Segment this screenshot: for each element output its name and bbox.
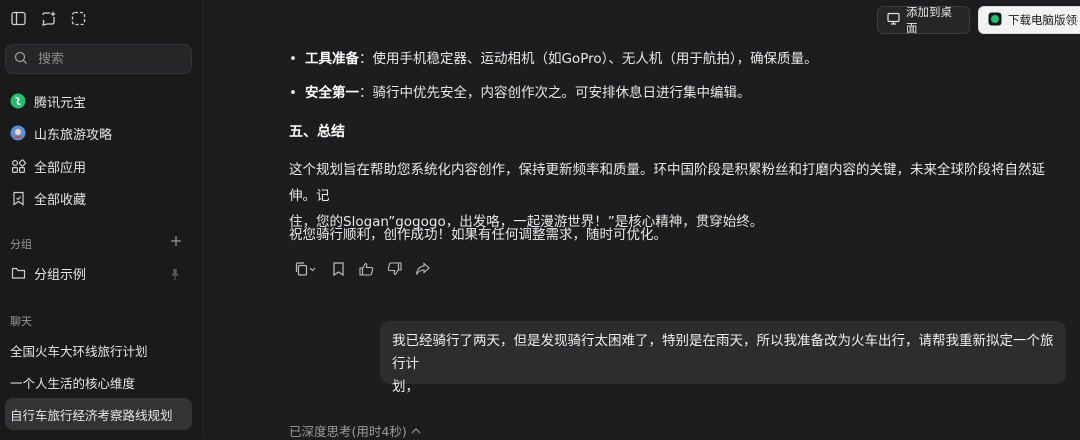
bookmark-icon	[10, 190, 26, 206]
add-group-icon[interactable]	[170, 235, 182, 247]
sidebar-item-shandong-travel[interactable]: 山东旅游攻略	[10, 122, 112, 144]
screenshot-icon[interactable]	[70, 10, 87, 27]
section-heading: 五、总结	[289, 124, 345, 140]
groups-section-label: 分组	[10, 238, 32, 251]
copy-icon[interactable]	[294, 261, 318, 277]
add-to-desktop-button[interactable]: 添加到桌面	[877, 5, 970, 35]
chat-item[interactable]: 一个人生活的核心维度	[5, 366, 192, 398]
sidebar: 腾讯元宝 山东旅游攻略 全部应用 全部收藏 分组 分组示例 聊天 全国火车大环线…	[0, 0, 203, 439]
search-input[interactable]	[36, 50, 176, 68]
user-message-bubble: 我已经骑行了两天，但是发现骑行太困难了，特别是在雨天，所以我准备改为火车出行，请…	[380, 321, 1066, 395]
download-pc-label: 下载电脑版领视	[1008, 13, 1078, 27]
closing-paragraph: 祝您骑行顺利，创作成功！如果有任何调整需求，随时可优化。	[289, 227, 667, 243]
sidebar-toggle-icon[interactable]	[10, 10, 27, 27]
bullet-text: ：骑行中优先安全，内容创作次之。可安排休息日进行集中编辑。	[358, 85, 751, 101]
sidebar-item-all-apps[interactable]: 全部应用	[10, 155, 86, 177]
yuanbao-logo-icon	[10, 93, 26, 109]
chevron-up-icon	[411, 423, 421, 438]
search-box[interactable]	[5, 44, 192, 74]
bullet-item: • 安全第一：骑行中优先安全，内容创作次之。可安排休息日进行集中编辑。	[289, 85, 751, 101]
share-icon[interactable]	[414, 261, 430, 277]
apps-grid-icon	[10, 158, 26, 174]
download-pc-button[interactable]: 下载电脑版领视	[978, 6, 1080, 34]
pin-icon[interactable]	[170, 266, 182, 280]
user-message-line: 划，	[392, 379, 419, 395]
thumbs-up-icon[interactable]	[358, 261, 374, 277]
message-actions	[294, 261, 430, 277]
chat-item-label: 一个人生活的核心维度	[10, 375, 136, 391]
app-logo-icon	[988, 12, 1002, 29]
chat-item-label: 自行车旅行经济考察路线规划	[10, 407, 173, 423]
sidebar-item-favorites[interactable]: 全部收藏	[10, 187, 86, 209]
chats-section-label: 聊天	[10, 315, 32, 328]
sidebar-top-toolbar	[10, 10, 87, 27]
search-icon	[14, 50, 28, 69]
sidebar-item-label: 分组示例	[34, 267, 87, 283]
sidebar-item-label: 山东旅游攻略	[34, 127, 113, 143]
sidebar-item-label: 全部应用	[34, 160, 87, 176]
bullet-title: 工具准备	[304, 51, 359, 67]
chat-item-label: 全国火车大环线旅行计划	[10, 343, 148, 359]
new-chat-icon[interactable]	[40, 10, 57, 27]
thinking-status-label: 已深度思考(用时4秒)	[289, 424, 407, 439]
chat-item[interactable]: 全国火车大环线旅行计划	[5, 334, 192, 366]
sidebar-item-label: 腾讯元宝	[34, 95, 87, 111]
bullet-title: 安全第一	[304, 85, 359, 101]
bookmark-icon[interactable]	[330, 261, 346, 277]
user-message-line: 我已经骑行了两天，但是发现骑行太困难了，特别是在雨天，所以我准备改为火车出行，请…	[392, 333, 1054, 372]
bullet-item: • 工具准备：使用手机稳定器、运动相机（如GoPro）、无人机（用于航拍），确保…	[289, 51, 818, 67]
deep-thinking-toggle[interactable]: 已深度思考(用时4秒)	[289, 421, 421, 440]
sidebar-item-label: 全部收藏	[34, 192, 87, 208]
bullet-text: ：使用手机稳定器、运动相机（如GoPro）、无人机（用于航拍），确保质量。	[358, 51, 818, 67]
chat-main-area: 添加到桌面 下载电脑版领视 • 工具准备：使用手机稳定器、运动相机（如GoPro…	[203, 0, 1080, 439]
sidebar-item-group-example[interactable]: 分组示例	[10, 262, 86, 284]
agent-avatar-icon	[10, 125, 26, 141]
folder-icon	[10, 265, 26, 281]
sidebar-item-yuanbao[interactable]: 腾讯元宝	[10, 90, 86, 112]
thumbs-down-icon[interactable]	[386, 261, 402, 277]
add-to-desktop-label: 添加到桌面	[906, 5, 952, 35]
paragraph-line: 这个规划旨在帮助您系统化内容创作，保持更新频率和质量。环中国阶段是积累粉丝和打磨…	[289, 162, 1045, 204]
monitor-icon	[887, 12, 900, 28]
chat-item-active[interactable]: 自行车旅行经济考察路线规划	[5, 398, 192, 430]
